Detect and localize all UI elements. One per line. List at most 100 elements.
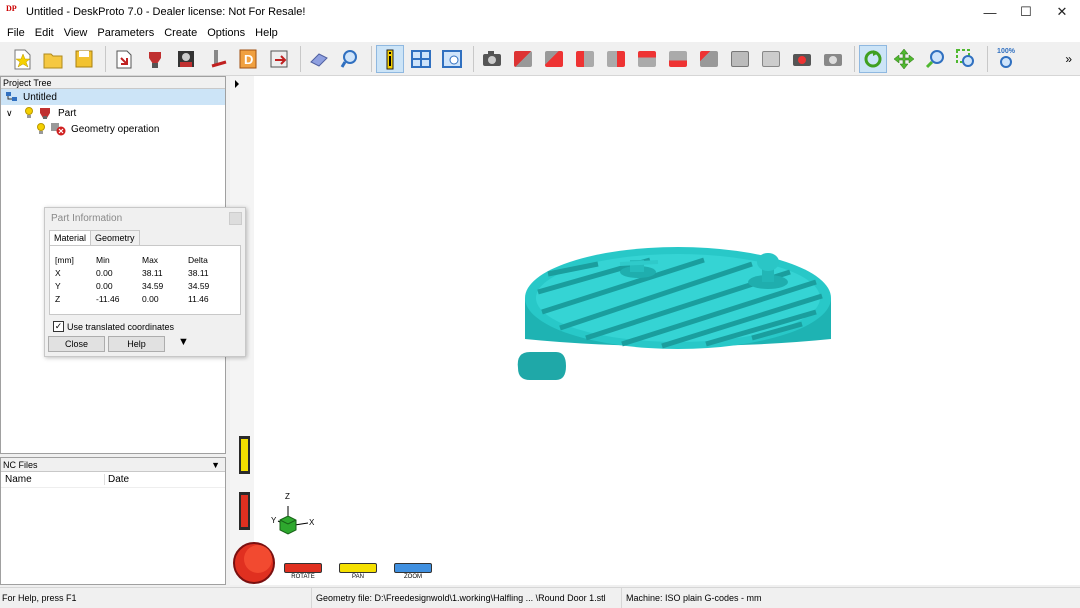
menu-create[interactable]: Create: [159, 27, 202, 39]
view-iso3-button[interactable]: [757, 45, 785, 73]
tree-root-label: Untitled: [23, 91, 57, 103]
tool-button[interactable]: [203, 45, 231, 73]
view-top-button[interactable]: [633, 45, 661, 73]
zoom-100-button[interactable]: 100%: [992, 45, 1020, 73]
close-button[interactable]: ✕: [1044, 0, 1080, 24]
view-front-button[interactable]: [509, 45, 537, 73]
round-door-model: [517, 247, 831, 380]
table-row: Z -11.46 0.00 11.46: [50, 292, 240, 305]
inspect-button[interactable]: [336, 45, 364, 73]
view-iso2-button[interactable]: [726, 45, 754, 73]
dialog-close-button[interactable]: Close: [48, 336, 105, 352]
rotate-control[interactable]: ROTATE: [284, 563, 322, 580]
column-header-name[interactable]: Name: [1, 474, 105, 485]
toolbar-separator: [300, 45, 301, 72]
toolbar-separator: [371, 45, 372, 72]
dialog-help-button[interactable]: Help: [108, 336, 165, 352]
axis-label-x: X: [309, 518, 315, 527]
menu-help[interactable]: Help: [250, 27, 283, 39]
save-file-button[interactable]: [70, 45, 98, 73]
export-button[interactable]: [265, 45, 293, 73]
menu-file[interactable]: File: [2, 27, 30, 39]
minimize-button[interactable]: —: [972, 0, 1008, 24]
drawing-button[interactable]: D: [234, 45, 262, 73]
magnifier-icon: [340, 49, 357, 68]
zoom-window-button[interactable]: [952, 45, 980, 73]
snapshot-button[interactable]: [788, 45, 816, 73]
min-cell: -11.46: [96, 293, 120, 304]
lightbulb-icon[interactable]: [36, 123, 46, 135]
tree-item-geometry-operation[interactable]: Geometry operation: [1, 121, 225, 137]
3d-viewport[interactable]: Z Y X ROTATE PAN ZOOM: [230, 76, 1080, 585]
preview-icon: [442, 49, 462, 68]
cube-view-icon: [545, 50, 563, 67]
split-view-button[interactable]: [407, 45, 435, 73]
bitmap-button[interactable]: [172, 45, 200, 73]
red-slider-fill[interactable]: [241, 495, 248, 527]
view-back-button[interactable]: [540, 45, 568, 73]
import-part-button[interactable]: [110, 45, 138, 73]
tree-item-part[interactable]: ∨ Part: [1, 105, 225, 121]
preview-button[interactable]: [438, 45, 466, 73]
maximize-button[interactable]: ☐: [1008, 0, 1044, 24]
cube-view-icon: [576, 50, 594, 67]
translated-coordinates-option[interactable]: ✓ Use translated coordinates: [53, 321, 245, 332]
zoom-bar[interactable]: [394, 563, 432, 573]
menu-options[interactable]: Options: [202, 27, 250, 39]
rotate-bar[interactable]: [284, 563, 322, 573]
toolbar-separator: [854, 45, 855, 72]
tab-material[interactable]: Material: [49, 230, 92, 245]
header-delta: Delta: [188, 254, 208, 265]
tree-geometry-op-label: Geometry operation: [71, 123, 160, 135]
menu-parameters[interactable]: Parameters: [92, 27, 159, 39]
translated-coordinates-checkbox[interactable]: ✓: [53, 321, 64, 332]
open-file-button[interactable]: [39, 45, 67, 73]
status-bar: For Help, press F1 Geometry file: D:\Fre…: [0, 587, 1080, 608]
translated-coordinates-label: Use translated coordinates: [67, 321, 175, 332]
rotate-icon: [864, 49, 882, 67]
rotate-dial-face: [244, 545, 272, 573]
pan-control[interactable]: PAN: [339, 563, 377, 580]
new-file-button[interactable]: [8, 45, 36, 73]
view-left-button[interactable]: [571, 45, 599, 73]
toolbar-overflow-button[interactable]: »: [1065, 52, 1072, 66]
tab-geometry[interactable]: Geometry: [90, 230, 140, 245]
zoom-window-icon: [956, 48, 974, 67]
tree-item-untitled[interactable]: Untitled: [1, 89, 225, 105]
camera-refresh-icon: [793, 53, 811, 66]
dialog-close-icon[interactable]: [229, 212, 242, 225]
column-header-date[interactable]: Date: [105, 474, 129, 485]
expand-down-arrow-icon[interactable]: ▼: [178, 336, 189, 352]
rotate-mode-button[interactable]: [859, 44, 887, 73]
expand-chevron-icon[interactable]: ∨: [6, 108, 16, 119]
camera-button[interactable]: [478, 45, 506, 73]
yellow-slider-fill[interactable]: [241, 439, 248, 471]
dropdown-arrow-icon[interactable]: ▼: [211, 458, 220, 472]
lightbulb-icon[interactable]: [24, 107, 34, 119]
pan-bar[interactable]: [339, 563, 377, 573]
toolbar-separator: [105, 45, 106, 72]
reset-view-button[interactable]: [819, 45, 847, 73]
erase-button[interactable]: [305, 45, 333, 73]
geometry-operation-error-icon: [51, 123, 66, 136]
rotate-label: ROTATE: [291, 574, 315, 580]
menu-bar: File Edit View Parameters Create Options…: [0, 24, 1080, 42]
3d-model-view[interactable]: [230, 76, 1080, 585]
cube-view-icon: [700, 50, 718, 67]
axis-label-y: Y: [271, 516, 277, 525]
zoom-control[interactable]: ZOOM: [394, 563, 432, 580]
part-info-button[interactable]: [376, 44, 404, 73]
pan-mode-button[interactable]: [890, 45, 918, 73]
axis-cell: Y: [55, 280, 61, 291]
menu-edit[interactable]: Edit: [30, 27, 59, 39]
view-iso-button[interactable]: [695, 45, 723, 73]
view-right-button[interactable]: [602, 45, 630, 73]
dialog-titlebar[interactable]: Part Information: [45, 208, 245, 230]
model-knob-head: [757, 253, 779, 271]
part-info-table: [mm] Min Max Delta X 0.00 38.11 38.11 Y …: [49, 245, 241, 315]
nc-files-header[interactable]: NC Files ▼: [1, 458, 225, 472]
zoom-mode-button[interactable]: [921, 45, 949, 73]
menu-view[interactable]: View: [59, 27, 93, 39]
view-bottom-button[interactable]: [664, 45, 692, 73]
part-parameters-button[interactable]: [141, 45, 169, 73]
